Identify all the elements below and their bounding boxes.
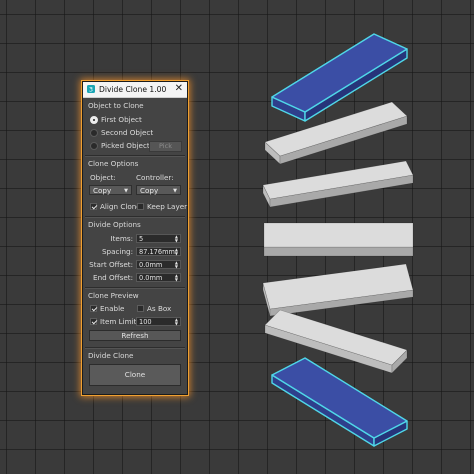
spacing-label: Spacing: bbox=[101, 247, 133, 256]
as-box-label: As Box bbox=[147, 304, 172, 313]
spinner-arrows-icon[interactable]: ▲ ▼ bbox=[175, 235, 178, 243]
second-object-label: Second Object bbox=[101, 128, 154, 137]
chevron-down-icon: ▼ bbox=[173, 188, 177, 194]
divider bbox=[85, 155, 185, 157]
clone-4-board[interactable] bbox=[262, 263, 414, 317]
end-offset-value: 0.0mm bbox=[139, 274, 163, 282]
spacing-value: 87.176mm bbox=[139, 248, 175, 256]
item-limit-label: Item Limit bbox=[100, 317, 137, 326]
spinner-arrows-icon[interactable]: ▲ ▼ bbox=[175, 274, 178, 282]
align-clone-label: Align Clone bbox=[100, 202, 141, 211]
controller-type-label: Controller: bbox=[136, 173, 174, 182]
spinner-arrows-icon[interactable]: ▲ ▼ bbox=[175, 248, 178, 256]
viewport-scene[interactable] bbox=[0, 0, 474, 474]
clone-3-board[interactable] bbox=[263, 222, 414, 257]
clone-2-board[interactable] bbox=[262, 160, 414, 208]
svg-text:3: 3 bbox=[89, 86, 93, 93]
clone-button[interactable]: Clone bbox=[89, 364, 181, 386]
divide-clone-dialog: 3 Divide Clone 1.00 ✕ Object to Clone Fi… bbox=[82, 81, 188, 395]
close-icon[interactable]: ✕ bbox=[175, 83, 183, 95]
spinner-arrows-icon[interactable]: ▲ ▼ bbox=[175, 261, 178, 269]
first-object-radio[interactable] bbox=[90, 116, 98, 124]
enable-preview-checkbox[interactable] bbox=[90, 305, 97, 312]
divide-options-header: Divide Options bbox=[88, 220, 141, 229]
picked-object-label: Picked Object bbox=[101, 141, 150, 150]
title-bar[interactable]: 3 Divide Clone 1.00 ✕ bbox=[83, 82, 187, 98]
chevron-down-icon: ▼ bbox=[124, 188, 128, 194]
item-limit-value: 100 bbox=[139, 318, 152, 326]
pick-button[interactable]: Pick bbox=[149, 141, 182, 152]
viewport[interactable] bbox=[0, 0, 474, 474]
spacing-spinner[interactable]: 87.176mm ▲ ▼ bbox=[136, 247, 181, 256]
enable-preview-label: Enable bbox=[100, 304, 125, 313]
item-limit-spinner[interactable]: 100 ▲ ▼ bbox=[136, 317, 181, 326]
board-top-face bbox=[263, 222, 414, 248]
divider bbox=[85, 287, 185, 289]
start-offset-spinner[interactable]: 0.0mm ▲ ▼ bbox=[136, 260, 181, 269]
items-value: 5 bbox=[139, 235, 144, 243]
divider bbox=[85, 216, 185, 218]
controller-clone-type-dropdown[interactable]: Copy ▼ bbox=[136, 185, 181, 195]
divide-clone-header: Divide Clone bbox=[88, 351, 134, 360]
start-offset-label: Start Offset: bbox=[89, 260, 133, 269]
dialog-title: Divide Clone 1.00 bbox=[99, 85, 167, 94]
clone-preview-header: Clone Preview bbox=[88, 291, 139, 300]
clone-options-header: Clone Options bbox=[88, 159, 139, 168]
controller-clone-type-value: Copy bbox=[140, 186, 159, 195]
object-clone-type-dropdown[interactable]: Copy ▼ bbox=[89, 185, 132, 195]
align-clone-checkbox[interactable] bbox=[90, 203, 97, 210]
end-offset-label: End Offset: bbox=[93, 273, 133, 282]
items-label: Items: bbox=[110, 234, 133, 243]
as-box-checkbox[interactable] bbox=[137, 305, 144, 312]
refresh-button[interactable]: Refresh bbox=[89, 330, 181, 341]
second-object-radio[interactable] bbox=[90, 129, 98, 137]
spinner-arrows-icon[interactable]: ▲ ▼ bbox=[175, 318, 178, 326]
item-limit-checkbox[interactable] bbox=[90, 318, 97, 325]
picked-object-radio[interactable] bbox=[90, 142, 98, 150]
keep-layer-checkbox[interactable] bbox=[137, 203, 144, 210]
clone-5-board[interactable] bbox=[264, 309, 408, 374]
object-type-label: Object: bbox=[90, 173, 116, 182]
start-offset-value: 0.0mm bbox=[139, 261, 163, 269]
3dsmax-icon: 3 bbox=[87, 85, 95, 93]
end-offset-spinner[interactable]: 0.0mm ▲ ▼ bbox=[136, 273, 181, 282]
object-clone-type-value: Copy bbox=[93, 186, 112, 195]
items-spinner[interactable]: 5 ▲ ▼ bbox=[136, 234, 181, 243]
board-side-face bbox=[263, 246, 414, 257]
keep-layer-label: Keep Layer bbox=[147, 202, 188, 211]
object-to-clone-header: Object to Clone bbox=[88, 101, 144, 110]
first-object-label: First Object bbox=[101, 115, 142, 124]
divider bbox=[85, 347, 185, 349]
